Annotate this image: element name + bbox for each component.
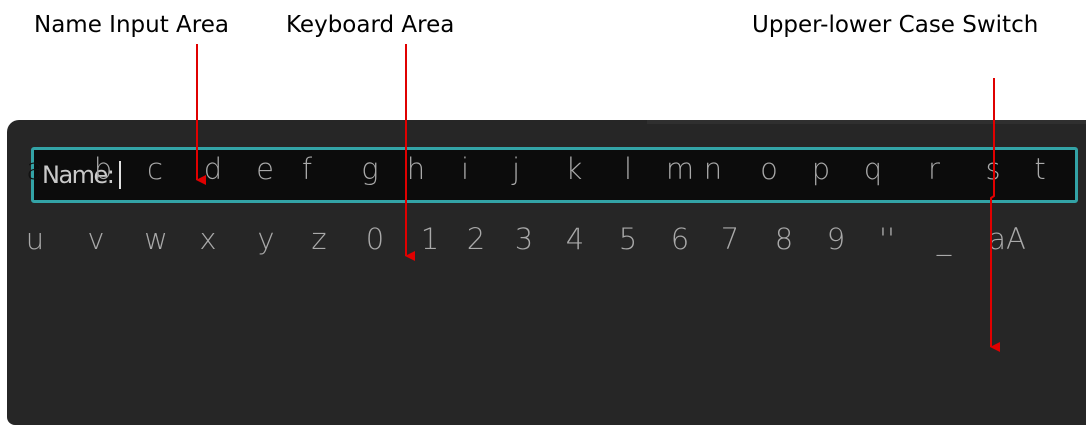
- key-i[interactable]: i: [461, 155, 469, 184]
- key-v[interactable]: v: [87, 225, 104, 254]
- key-0[interactable]: 0: [366, 225, 384, 254]
- key-w[interactable]: w: [144, 225, 168, 254]
- key-n[interactable]: n: [704, 155, 722, 184]
- key-7[interactable]: 7: [721, 225, 739, 254]
- key-r[interactable]: r: [928, 155, 940, 184]
- text-cursor: [119, 161, 122, 189]
- key-6[interactable]: 6: [671, 225, 689, 254]
- key-u[interactable]: u: [26, 225, 44, 254]
- key-z[interactable]: z: [311, 225, 326, 254]
- key-a[interactable]: a: [26, 155, 44, 184]
- key-k[interactable]: k: [566, 155, 583, 184]
- key-underscore[interactable]: _: [937, 225, 952, 254]
- key-o[interactable]: o: [760, 155, 778, 184]
- key-9[interactable]: 9: [827, 225, 845, 254]
- key-y[interactable]: y: [257, 225, 274, 254]
- key-f[interactable]: f: [302, 155, 312, 184]
- key-p[interactable]: p: [812, 155, 830, 184]
- key-c[interactable]: c: [147, 155, 163, 184]
- key-t[interactable]: t: [1034, 155, 1045, 184]
- key-8[interactable]: 8: [775, 225, 793, 254]
- key-g[interactable]: g: [361, 155, 378, 184]
- key-d[interactable]: d: [204, 155, 222, 184]
- key-s[interactable]: s: [985, 155, 1000, 184]
- key-3[interactable]: 3: [515, 225, 533, 254]
- key-quote[interactable]: '': [879, 225, 895, 254]
- name-input-area-callout: Name Input Area: [34, 12, 229, 38]
- case-switch-callout: Upper-lower Case Switch: [752, 12, 1039, 38]
- name-input-field[interactable]: Name:: [31, 147, 1078, 203]
- panel-top-edge: [647, 120, 1086, 124]
- key-4[interactable]: 4: [566, 225, 584, 254]
- key-e[interactable]: e: [256, 155, 274, 184]
- keyboard-area-callout: Keyboard Area: [286, 12, 455, 38]
- key-2[interactable]: 2: [467, 225, 485, 254]
- key-case-switch[interactable]: aA: [988, 225, 1026, 254]
- key-h[interactable]: h: [407, 155, 425, 184]
- key-5[interactable]: 5: [619, 225, 637, 254]
- key-l[interactable]: l: [624, 155, 632, 184]
- key-j[interactable]: j: [512, 155, 520, 184]
- key-m[interactable]: m: [666, 155, 694, 184]
- key-x[interactable]: x: [199, 225, 216, 254]
- key-b[interactable]: b: [94, 155, 112, 184]
- key-1[interactable]: 1: [421, 225, 439, 254]
- name-entry-panel: Name:: [7, 120, 1086, 425]
- key-q[interactable]: q: [864, 155, 882, 184]
